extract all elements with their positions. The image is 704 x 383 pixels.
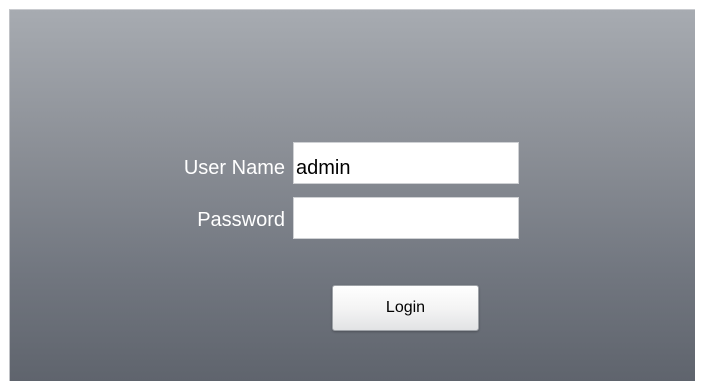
login-panel: User Name Password Login	[9, 9, 695, 381]
password-input[interactable]	[293, 197, 519, 239]
username-label: User Name	[183, 157, 285, 179]
username-input[interactable]	[293, 142, 519, 184]
login-button[interactable]: Login	[332, 285, 479, 331]
password-label: Password	[197, 209, 285, 231]
